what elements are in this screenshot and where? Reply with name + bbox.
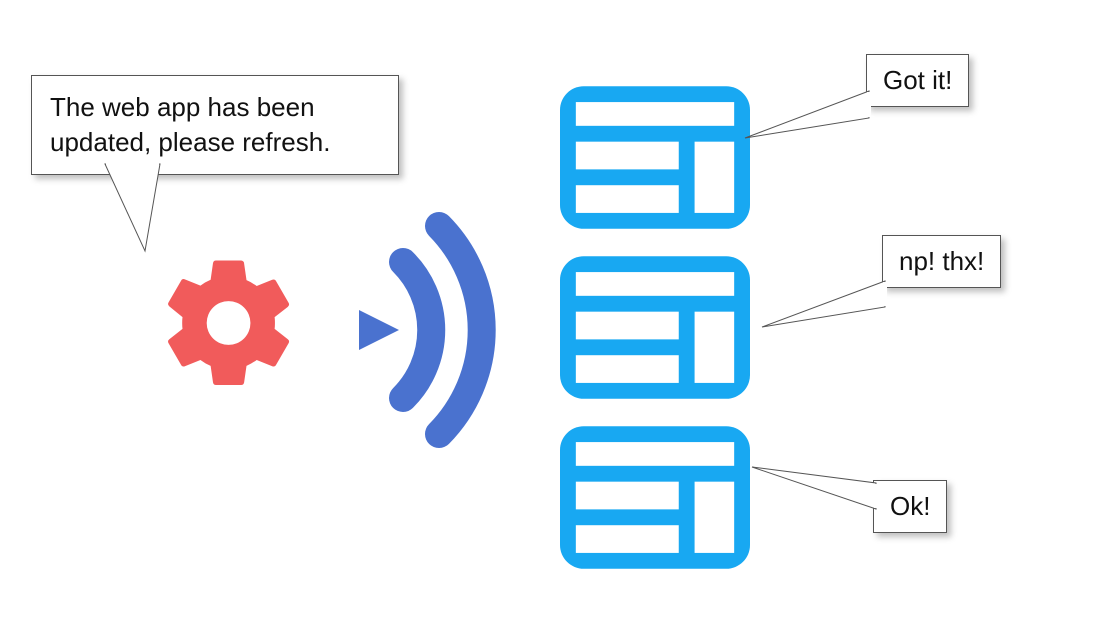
browser-tab-icon	[560, 425, 750, 570]
tab1-response-text: Got it!	[883, 65, 952, 95]
broadcast-signal-icon	[335, 200, 535, 460]
tab1-bubble-tail	[743, 90, 873, 140]
gear-icon	[155, 248, 305, 398]
tab3-response-text: Ok!	[890, 491, 930, 521]
server-speech-bubble: The web app has been updated, please ref…	[31, 75, 399, 175]
server-bubble-tail	[105, 163, 165, 253]
tab2-speech-bubble: np! thx!	[882, 235, 1001, 288]
browser-tab-icon	[560, 255, 750, 400]
tab1-speech-bubble: Got it!	[866, 54, 969, 107]
browser-tab-icon	[560, 85, 750, 230]
tab2-bubble-tail	[760, 280, 890, 335]
server-message-text: The web app has been updated, please ref…	[50, 92, 330, 157]
tab3-speech-bubble: Ok!	[873, 480, 947, 533]
tab2-response-text: np! thx!	[899, 246, 984, 276]
tab3-bubble-tail	[750, 465, 880, 520]
